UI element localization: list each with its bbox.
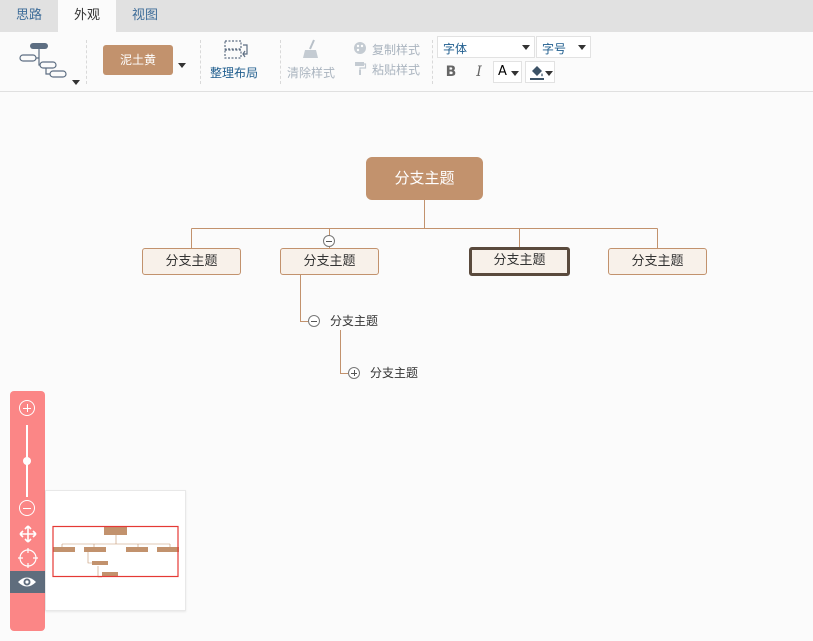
branch-topic-selected[interactable]: 分支主题	[469, 247, 570, 276]
branch-topic[interactable]: 分支主题	[280, 248, 379, 275]
font-size-select[interactable]: 字号	[536, 36, 591, 58]
zoom-out-icon[interactable]	[19, 500, 35, 516]
font-size-value: 字号	[542, 42, 567, 56]
arrange-layout-label: 整理布局	[210, 66, 259, 80]
tab-appearance[interactable]: 外观	[58, 0, 116, 32]
chevron-down-icon	[522, 45, 530, 50]
zoom-panel	[10, 391, 45, 631]
branch-topic[interactable]: 分支主题	[608, 248, 707, 275]
font-family-value: 字体	[443, 42, 468, 56]
chevron-down-icon	[578, 45, 586, 50]
paint-roller-icon	[355, 62, 367, 75]
palette-icon	[354, 42, 366, 54]
paste-style-label: 粘贴样式	[372, 63, 421, 77]
tab-view[interactable]: 视图	[116, 0, 174, 32]
tab-bar: 思路 外观 视图	[0, 0, 813, 32]
bold-button[interactable]: B	[440, 61, 462, 83]
theme-dropdown-icon[interactable]	[178, 63, 186, 68]
move-icon[interactable]	[18, 524, 38, 544]
root-topic[interactable]: 分支主题	[366, 157, 483, 200]
tab-thinking[interactable]: 思路	[0, 0, 58, 32]
branch-topic[interactable]: 分支主题	[142, 248, 241, 275]
font-color-button[interactable]: A	[493, 61, 522, 83]
font-color-icon: A	[498, 64, 507, 79]
arrange-layout-button[interactable]: 整理布局	[208, 38, 266, 84]
minimap-preview	[52, 525, 179, 578]
expand-icon[interactable]	[348, 367, 360, 379]
italic-button[interactable]: I	[468, 61, 490, 83]
clear-style-button[interactable]: 清除样式	[284, 38, 340, 84]
arrange-layout-icon	[224, 40, 248, 59]
toolbar: 泥土黄 整理布局 清除样式 复制样式 粘贴样式 字体 字号 B I A	[0, 32, 813, 92]
locate-icon[interactable]	[18, 548, 38, 568]
font-family-select[interactable]: 字体	[437, 36, 535, 58]
copy-style-label: 复制样式	[372, 43, 421, 57]
layout-structure-button[interactable]	[14, 38, 82, 86]
clear-style-label: 清除样式	[287, 66, 336, 80]
minimap-toggle-button[interactable]	[10, 571, 45, 593]
paste-style-button[interactable]: 粘贴样式	[352, 60, 426, 77]
collapse-icon[interactable]	[323, 235, 335, 247]
zoom-slider-handle[interactable]	[23, 457, 31, 465]
subtopic[interactable]: 分支主题	[330, 311, 410, 331]
theme-button[interactable]: 泥土黄	[103, 45, 173, 75]
copy-style-button[interactable]: 复制样式	[352, 40, 426, 57]
minimap[interactable]	[45, 490, 186, 611]
subtopic[interactable]: 分支主题	[370, 363, 450, 383]
structure-icon	[19, 43, 67, 78]
fill-color-button[interactable]	[525, 61, 555, 83]
paint-bucket-icon	[530, 66, 544, 80]
eye-icon	[18, 577, 36, 587]
chevron-down-icon	[545, 71, 553, 76]
broom-icon	[303, 39, 318, 58]
chevron-down-icon	[511, 71, 519, 76]
chevron-down-icon	[72, 80, 80, 85]
collapse-icon[interactable]	[308, 315, 320, 327]
zoom-in-icon[interactable]	[19, 400, 35, 416]
